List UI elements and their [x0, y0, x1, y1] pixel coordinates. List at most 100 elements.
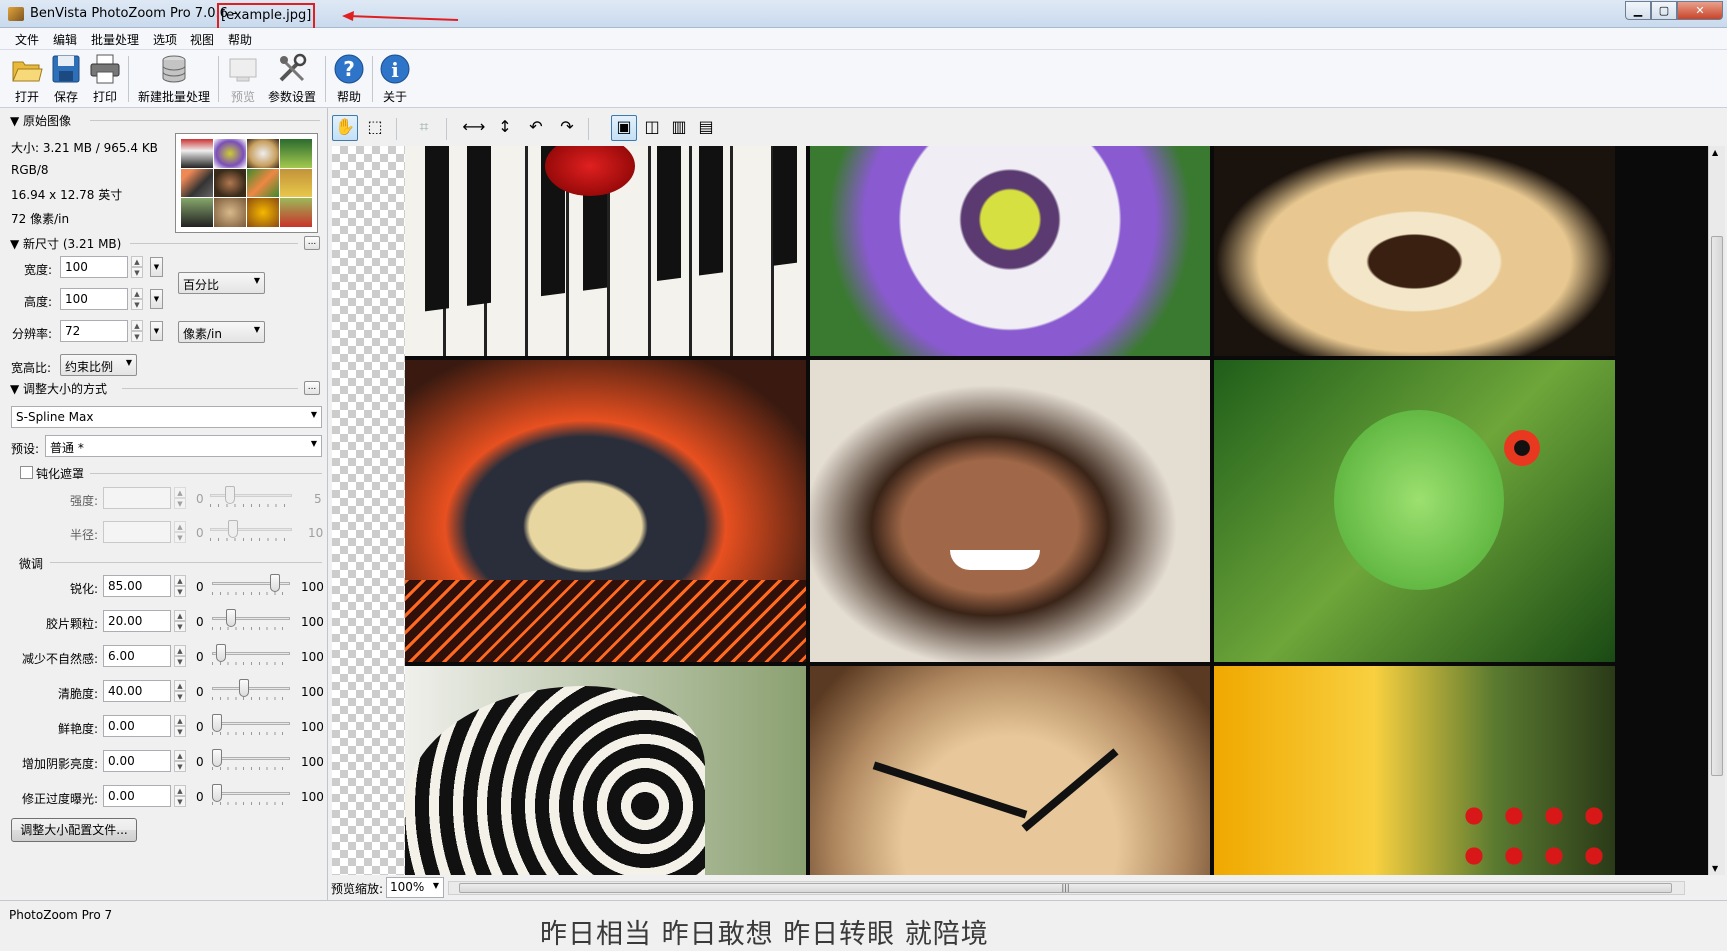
crop-tool-button[interactable]: ⌗ [411, 115, 437, 141]
fine-tune-spinner[interactable]: ▲ ▼ [174, 715, 186, 737]
fine-tune-input[interactable]: 6.00 [103, 645, 171, 667]
fine-tune-spinner[interactable]: ▲ ▼ [174, 680, 186, 702]
fine-tune-spinner[interactable]: ▲ ▼ [174, 610, 186, 632]
single-view-button[interactable]: ▣ [611, 115, 637, 141]
fine-tune-input[interactable]: 20.00 [103, 610, 171, 632]
rotate-right-button[interactable]: ↷ [554, 115, 580, 141]
strength-input[interactable] [103, 487, 171, 509]
close-button[interactable]: ✕ [1677, 1, 1723, 20]
menu-help[interactable]: 帮助 [228, 31, 252, 48]
fine-tune-slider[interactable] [212, 643, 290, 665]
fine-tune-spinner[interactable]: ▲ ▼ [174, 785, 186, 807]
minimize-button[interactable]: ▁ [1625, 1, 1651, 20]
height-input[interactable]: 100 [60, 288, 128, 310]
algorithm-select[interactable]: S-Spline Max ▼ [11, 406, 322, 428]
radius-input[interactable] [103, 521, 171, 543]
side-by-side-button[interactable]: ▥ [666, 115, 692, 141]
preset-select[interactable]: 普通 * ▼ [45, 435, 322, 457]
menu-edit[interactable]: 编辑 [53, 31, 77, 48]
size-unit-select[interactable]: 百分比 ▼ [178, 272, 265, 294]
open-label: 打开 [14, 90, 39, 104]
settings-label: 参数设置 [267, 90, 316, 104]
fine-tune-spinner[interactable]: ▲ ▼ [174, 575, 186, 597]
resolution-spinner[interactable]: ▲ ▼ [131, 320, 143, 342]
preview-zoom-select[interactable]: 100% ▼ [386, 877, 444, 898]
rotate-left-button[interactable]: ↶ [523, 115, 549, 141]
hand-tool-button[interactable]: ✋ [332, 115, 358, 141]
crop-icon: ⌗ [419, 117, 429, 136]
resize-method-header[interactable]: ▼ 调整大小的方式 [10, 380, 107, 397]
flip-horizontal-button[interactable]: ⟷ [461, 115, 487, 141]
unsharp-mask-checkbox[interactable] [20, 466, 33, 479]
resize-method-options-button[interactable]: ... [304, 381, 320, 395]
about-button[interactable]: i 关于 [376, 53, 414, 105]
settings-tools-icon [279, 53, 307, 82]
fine-tune-slider[interactable] [212, 573, 290, 595]
fine-tune-slider[interactable] [212, 783, 290, 805]
resolution-unit-select[interactable]: 像素/in ▼ [178, 321, 265, 343]
strength-spinner[interactable]: ▲ ▼ [174, 487, 186, 509]
resolution-unit-dropdown[interactable]: ▼ [150, 321, 163, 341]
print-label: 打印 [92, 90, 117, 104]
status-text: PhotoZoom Pro 7 [9, 908, 113, 922]
aspect-ratio-select[interactable]: 约束比例 ▼ [60, 354, 137, 376]
original-dimensions: 16.94 x 12.78 英寸 [11, 188, 123, 202]
fine-tune-slider[interactable] [212, 678, 290, 700]
scroll-up-icon[interactable]: ▲ [1712, 148, 1718, 157]
fine-tune-input[interactable]: 0.00 [103, 785, 171, 807]
open-button[interactable]: 打开 [8, 53, 46, 105]
fine-tune-input[interactable]: 40.00 [103, 680, 171, 702]
new-size-options-button[interactable]: ... [304, 236, 320, 250]
fine-tune-label: 减少不自然感: [21, 652, 98, 666]
height-unit-dropdown[interactable]: ▼ [150, 289, 163, 309]
fine-tune-slider[interactable] [212, 608, 290, 630]
settings-button[interactable]: 参数设置 [266, 53, 318, 105]
toolbar-separator [396, 118, 397, 140]
fine-tune-slider[interactable] [212, 713, 290, 735]
selection-tool-button[interactable]: ⬚ [362, 115, 388, 141]
horizontal-scroll-thumb[interactable]: ||| [459, 883, 1672, 893]
fine-tune-spinner[interactable]: ▲ ▼ [174, 645, 186, 667]
fine-tune-input[interactable]: 0.00 [103, 750, 171, 772]
fine-tune-spinner[interactable]: ▲ ▼ [174, 750, 186, 772]
maximize-button[interactable]: ▢ [1651, 1, 1677, 20]
resolution-input[interactable]: 72 [60, 320, 128, 342]
top-bottom-button[interactable]: ▤ [693, 115, 719, 141]
width-input[interactable]: 100 [60, 256, 128, 278]
horizontal-scrollbar[interactable]: ||| [448, 881, 1685, 895]
help-button[interactable]: ? 帮助 [330, 53, 368, 105]
new-batch-button[interactable]: 新建批量处理 [134, 53, 214, 105]
menu-options[interactable]: 选项 [153, 31, 177, 48]
fine-tune-input[interactable]: 0.00 [103, 715, 171, 737]
original-image-header[interactable]: ▼ 原始图像 [10, 112, 71, 129]
fine-tune-max: 100 [301, 755, 324, 769]
preview-canvas[interactable] [332, 146, 1708, 875]
strength-slider[interactable] [210, 485, 292, 507]
menu-batch[interactable]: 批量处理 [91, 31, 139, 48]
preview-button[interactable]: 预览 [224, 53, 262, 105]
width-unit-dropdown[interactable]: ▼ [150, 257, 163, 277]
vertical-scrollbar[interactable]: ▲ ▼ [1708, 146, 1725, 875]
fine-tune-input[interactable]: 85.00 [103, 575, 171, 597]
width-spinner[interactable]: ▲ ▼ [131, 256, 143, 278]
new-size-header[interactable]: ▼ 新尺寸 (3.21 MB) [10, 235, 121, 252]
split-view-button[interactable]: ◫ [639, 115, 665, 141]
batch-database-icon [162, 55, 186, 83]
fruit-photo [1214, 666, 1615, 875]
flip-vertical-button[interactable]: ↕ [492, 115, 518, 141]
save-label: 保存 [53, 90, 78, 104]
print-button[interactable]: 打印 [86, 53, 124, 105]
fine-tune-slider[interactable] [212, 748, 290, 770]
menu-view[interactable]: 视图 [190, 31, 214, 48]
preview-bottom-bar: 预览缩放: 100% ▼ ||| [329, 876, 1727, 900]
divider [130, 243, 298, 244]
scroll-down-icon[interactable]: ▼ [1712, 864, 1718, 873]
menu-file[interactable]: 文件 [15, 31, 39, 48]
height-spinner[interactable]: ▲ ▼ [131, 288, 143, 310]
svg-text:i: i [391, 58, 399, 82]
vertical-scroll-thumb[interactable] [1711, 236, 1723, 776]
radius-spinner[interactable]: ▲ ▼ [174, 521, 186, 543]
resize-profile-button[interactable]: 调整大小配置文件... [11, 818, 137, 842]
radius-slider[interactable] [210, 519, 292, 541]
save-button[interactable]: 保存 [47, 53, 85, 105]
